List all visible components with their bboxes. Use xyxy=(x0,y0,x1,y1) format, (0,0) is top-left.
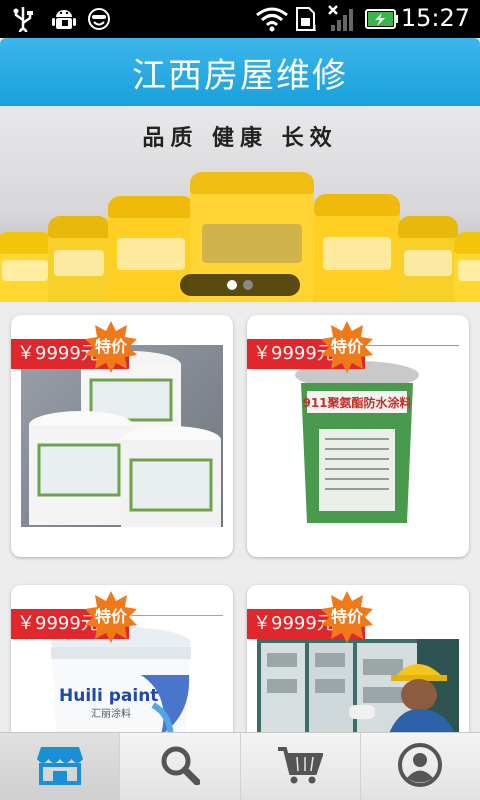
no-signal-icon xyxy=(326,5,358,32)
clock: 15:27 xyxy=(400,4,470,32)
sale-badge: 特价 xyxy=(85,321,137,373)
sale-badge: 特价 xyxy=(85,591,137,643)
battery-charging-icon xyxy=(364,6,400,32)
carousel-dot[interactable] xyxy=(227,280,237,290)
product-card[interactable]: 911聚氨酯防水涂料 ￥9999元 特价 xyxy=(247,315,469,557)
usb-icon xyxy=(10,6,36,32)
svg-text:汇丽涂料: 汇丽涂料 xyxy=(91,707,131,720)
sim-icon: 1 xyxy=(292,6,318,32)
svg-text:Huili paint: Huili paint xyxy=(59,686,158,706)
android-debug-icon xyxy=(50,6,78,32)
page-title: 江西房屋维修 xyxy=(132,55,348,96)
product-card[interactable]: ￥9999元 特价 xyxy=(11,315,233,557)
app-header: 江西房屋维修 xyxy=(0,38,480,106)
svg-text:911聚氨酯防水涂料: 911聚氨酯防水涂料 xyxy=(302,395,411,410)
sale-badge: 特价 xyxy=(321,321,373,373)
product-card[interactable]: ￥9999元 特价 xyxy=(247,585,469,745)
product-card[interactable]: Huili paint 汇丽涂料 ￥9999元 特价 xyxy=(11,585,233,745)
nav-home[interactable] xyxy=(0,733,121,800)
nav-account[interactable] xyxy=(361,733,480,800)
sale-badge: 特价 xyxy=(321,591,373,643)
store-icon xyxy=(36,745,83,789)
carousel-dot[interactable] xyxy=(243,280,253,290)
svg-text:1: 1 xyxy=(312,24,316,32)
nav-search[interactable] xyxy=(120,733,241,800)
nav-cart[interactable] xyxy=(241,733,361,800)
smiley-icon xyxy=(86,6,112,32)
product-image xyxy=(257,639,459,739)
user-icon xyxy=(398,742,443,791)
banner-slogan: 品质 健康 长效 xyxy=(142,126,338,151)
bottom-nav xyxy=(0,732,480,800)
search-icon xyxy=(160,745,201,789)
wifi-icon xyxy=(254,6,290,32)
banner-carousel[interactable]: 品质 健康 长效 xyxy=(0,106,480,302)
cart-icon xyxy=(277,745,324,789)
carousel-indicator[interactable] xyxy=(180,274,300,296)
status-bar: 1 15:27 xyxy=(0,0,480,38)
